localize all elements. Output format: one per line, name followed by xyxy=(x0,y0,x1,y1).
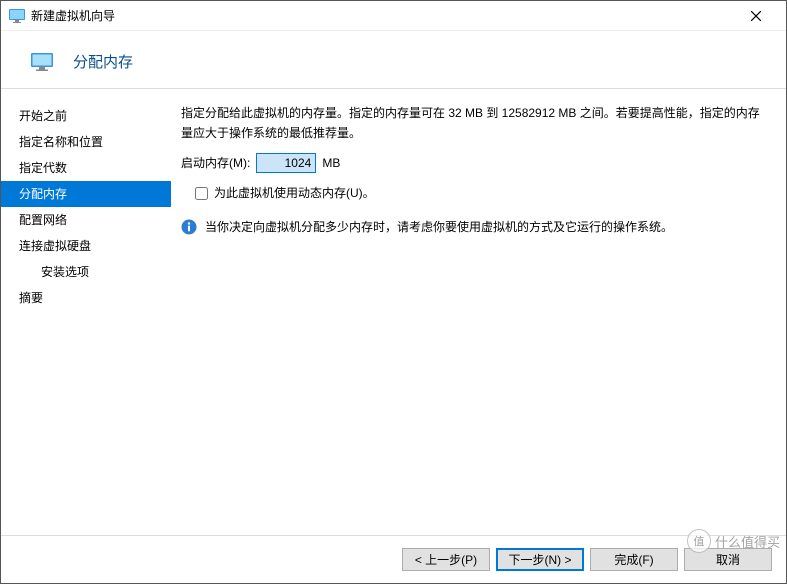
startup-memory-input[interactable] xyxy=(256,153,316,173)
info-row: 当你决定向虚拟机分配多少内存时，请考虑你要使用虚拟机的方式及它运行的操作系统。 xyxy=(181,217,768,237)
page-title: 分配内存 xyxy=(73,51,133,72)
app-icon xyxy=(9,9,25,23)
memory-row: 启动内存(M): MB xyxy=(181,153,768,173)
titlebar: 新建虚拟机向导 xyxy=(1,1,786,31)
cancel-button[interactable]: 取消 xyxy=(684,548,772,571)
content-panel: 指定分配给此虚拟机的内存量。指定的内存量可在 32 MB 到 12582912 … xyxy=(171,89,786,535)
step-configure-network[interactable]: 配置网络 xyxy=(1,207,171,233)
wizard-window: 新建虚拟机向导 分配内存 开始之前 指定名称和位置 指定代数 分配内存 配置网络… xyxy=(0,0,787,584)
previous-button[interactable]: < 上一步(P) xyxy=(402,548,490,571)
step-install-options[interactable]: 安装选项 xyxy=(1,259,171,285)
dynamic-memory-label[interactable]: 为此虚拟机使用动态内存(U)。 xyxy=(214,183,375,203)
step-name-location[interactable]: 指定名称和位置 xyxy=(1,129,171,155)
step-connect-vhd[interactable]: 连接虚拟硬盘 xyxy=(1,233,171,259)
description-text: 指定分配给此虚拟机的内存量。指定的内存量可在 32 MB 到 12582912 … xyxy=(181,103,768,143)
wizard-body: 开始之前 指定名称和位置 指定代数 分配内存 配置网络 连接虚拟硬盘 安装选项 … xyxy=(1,89,786,535)
close-button[interactable] xyxy=(733,2,778,30)
dynamic-memory-row: 为此虚拟机使用动态内存(U)。 xyxy=(181,183,768,203)
info-text: 当你决定向虚拟机分配多少内存时，请考虑你要使用虚拟机的方式及它运行的操作系统。 xyxy=(205,217,673,237)
info-icon xyxy=(181,219,197,235)
next-button[interactable]: 下一步(N) > xyxy=(496,548,584,571)
step-before-begin[interactable]: 开始之前 xyxy=(1,103,171,129)
wizard-footer: < 上一步(P) 下一步(N) > 完成(F) 取消 xyxy=(1,535,786,583)
wizard-header: 分配内存 xyxy=(1,31,786,88)
monitor-icon xyxy=(31,53,53,71)
step-generation[interactable]: 指定代数 xyxy=(1,155,171,181)
steps-sidebar: 开始之前 指定名称和位置 指定代数 分配内存 配置网络 连接虚拟硬盘 安装选项 … xyxy=(1,89,171,535)
step-summary[interactable]: 摘要 xyxy=(1,285,171,311)
memory-unit: MB xyxy=(322,153,340,173)
window-title: 新建虚拟机向导 xyxy=(31,7,733,24)
step-assign-memory[interactable]: 分配内存 xyxy=(1,181,171,207)
memory-label: 启动内存(M): xyxy=(181,153,250,173)
dynamic-memory-checkbox[interactable] xyxy=(195,187,208,200)
finish-button[interactable]: 完成(F) xyxy=(590,548,678,571)
